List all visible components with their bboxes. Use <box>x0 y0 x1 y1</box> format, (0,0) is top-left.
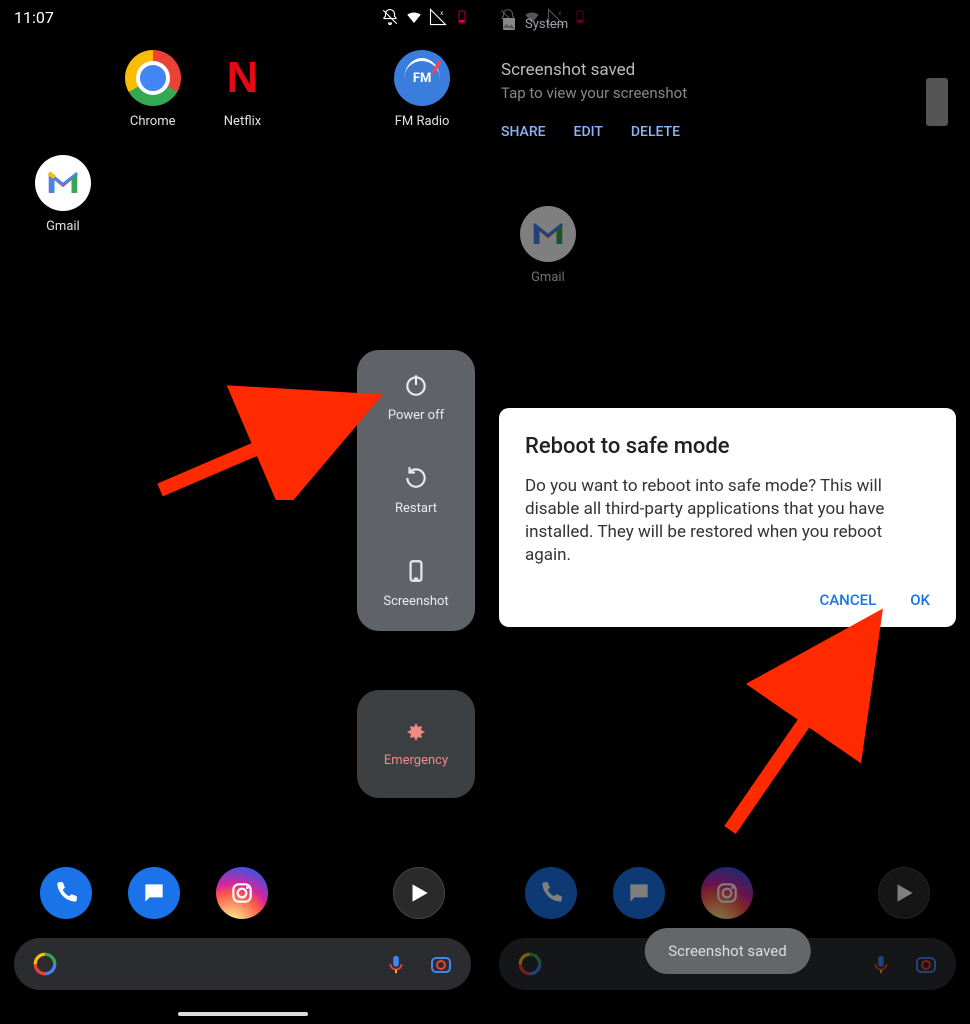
app-netflix[interactable]: N Netflix <box>198 50 288 129</box>
dock-messages[interactable] <box>128 867 180 919</box>
nav-handle[interactable] <box>178 1012 308 1016</box>
notif-share-button[interactable]: SHARE <box>501 124 546 140</box>
play-icon <box>406 880 432 906</box>
notif-app: System <box>525 17 568 32</box>
image-icon <box>501 16 517 32</box>
emergency-label: Emergency <box>384 753 448 768</box>
ok-button[interactable]: OK <box>910 591 930 609</box>
battery-low-icon <box>453 8 471 26</box>
app-label: FM Radio <box>395 114 450 129</box>
screenshot-label: Screenshot <box>383 594 448 609</box>
google-logo-icon <box>32 951 58 977</box>
google-logo-icon <box>517 951 543 977</box>
mic-icon[interactable] <box>870 953 892 975</box>
power-off-button[interactable]: Power off <box>388 372 444 423</box>
emergency-button[interactable]: Emergency <box>357 690 475 798</box>
app-gmail[interactable]: Gmail <box>503 206 593 285</box>
toast: Screenshot saved <box>644 928 810 974</box>
app-gmail[interactable]: Gmail <box>18 155 108 234</box>
wifi-icon <box>405 8 423 26</box>
lens-icon[interactable] <box>429 952 453 976</box>
notif-delete-button[interactable]: DELETE <box>631 124 680 140</box>
dnd-off-icon <box>381 8 399 26</box>
app-chrome[interactable]: Chrome <box>108 50 198 129</box>
dock <box>0 862 485 924</box>
instagram-icon <box>714 880 740 906</box>
restart-label: Restart <box>395 501 437 516</box>
google-search-bar[interactable] <box>14 938 471 990</box>
clock: 11:07 <box>14 8 54 27</box>
phone-icon <box>538 880 564 906</box>
power-icon <box>403 372 429 398</box>
dock-messages[interactable] <box>613 867 665 919</box>
dock <box>485 862 970 924</box>
power-off-label: Power off <box>388 408 444 423</box>
status-bar: 11:07 x <box>0 0 485 34</box>
notif-subtitle: Tap to view your screenshot <box>501 84 954 102</box>
phone-icon <box>53 880 79 906</box>
restart-icon <box>403 465 429 491</box>
instagram-icon <box>229 880 255 906</box>
mic-icon[interactable] <box>385 953 407 975</box>
home-app-grid: Chrome N Netflix FM FM Radio Gmail <box>0 50 485 234</box>
dialog-title: Reboot to safe mode <box>525 434 930 459</box>
app-fmradio[interactable]: FM FM Radio <box>377 50 467 129</box>
dock-phone[interactable] <box>40 867 92 919</box>
app-label: Chrome <box>130 114 176 129</box>
emergency-icon <box>404 721 428 745</box>
restart-button[interactable]: Restart <box>395 465 437 516</box>
play-icon <box>891 880 917 906</box>
netflix-icon: N <box>214 50 270 106</box>
fmradio-icon: FM <box>394 50 450 106</box>
dock-play[interactable] <box>393 867 445 919</box>
screenshot-button[interactable]: Screenshot <box>383 558 448 609</box>
notif-title: Screenshot saved <box>501 60 954 80</box>
gmail-icon <box>35 155 91 211</box>
svg-text:x: x <box>440 10 443 17</box>
dock-play[interactable] <box>878 867 930 919</box>
notif-thumbnail[interactable] <box>926 78 948 126</box>
dock-phone[interactable] <box>525 867 577 919</box>
dock-instagram[interactable] <box>701 867 753 919</box>
home-app-grid: Gmail <box>485 180 970 285</box>
lens-icon[interactable] <box>914 952 938 976</box>
messages-icon <box>626 880 652 906</box>
annotation-arrow-ok <box>710 590 910 840</box>
app-label: Netflix <box>224 114 261 129</box>
app-label: Gmail <box>46 219 80 234</box>
right-screenshot: x System Screenshot saved Tap to view yo… <box>485 0 970 1024</box>
app-label: Gmail <box>531 270 565 285</box>
chrome-icon <box>125 50 181 106</box>
left-screenshot: 11:07 x Chrome N Netflix FM FM Radio Gmail… <box>0 0 485 1024</box>
dialog-body: Do you want to reboot into safe mode? Th… <box>525 475 930 567</box>
annotation-arrow-poweroff <box>150 380 390 500</box>
gmail-icon <box>520 206 576 262</box>
messages-icon <box>141 880 167 906</box>
dock-instagram[interactable] <box>216 867 268 919</box>
screenshot-notification[interactable]: System Screenshot saved Tap to view your… <box>493 8 962 148</box>
signal-no-data-icon: x <box>429 8 447 26</box>
notif-edit-button[interactable]: EDIT <box>574 124 603 140</box>
screenshot-icon <box>403 558 429 584</box>
